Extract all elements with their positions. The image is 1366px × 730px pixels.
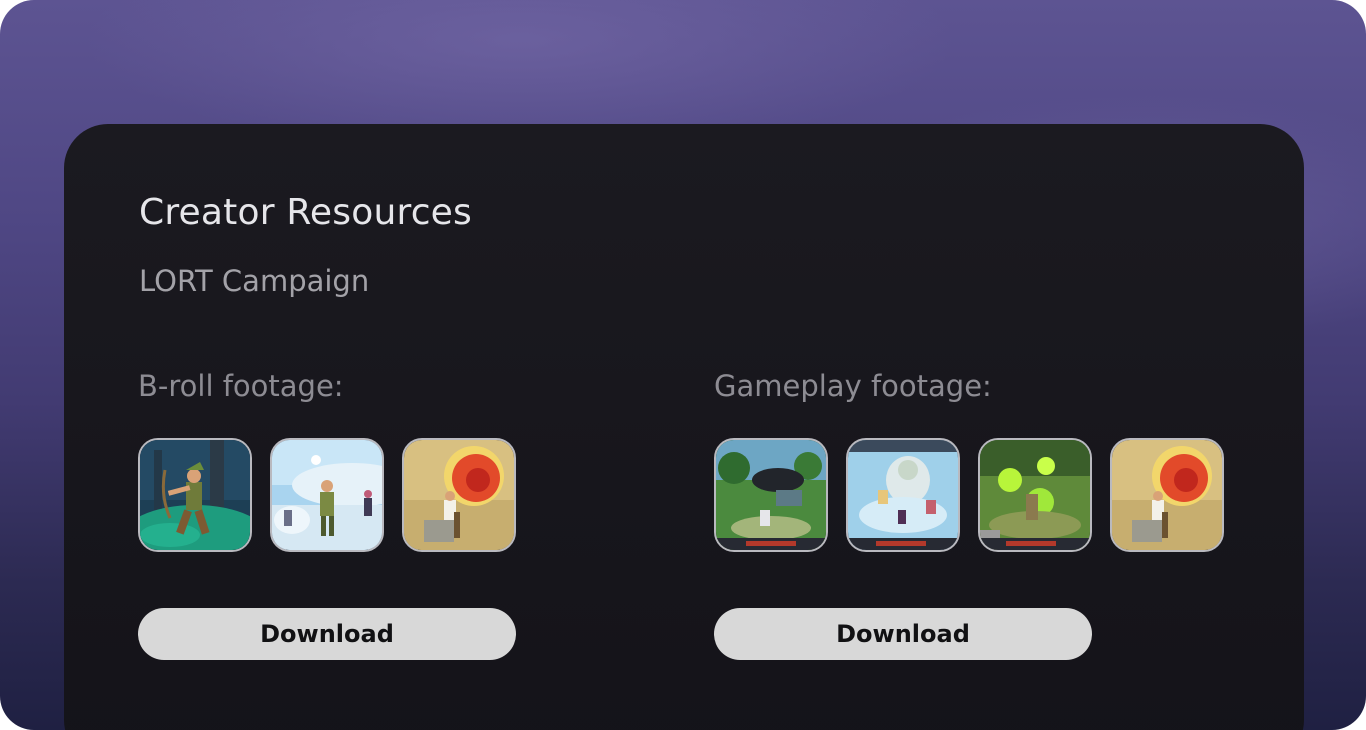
gameplay-section: Gameplay footage: Download (714, 368, 1224, 660)
gameplay-label: Gameplay footage: (714, 369, 992, 403)
broll-section: B-roll footage: Download (138, 368, 516, 660)
campaign-subtitle: LORT Campaign (139, 264, 370, 298)
gameplay-thumbnail-3[interactable] (978, 438, 1092, 552)
fire-explosion-image (1112, 440, 1222, 550)
page-background: Creator Resources LORT Campaign B-roll f… (0, 0, 1366, 730)
forest-dragon-image (716, 440, 826, 550)
creator-resources-panel: Creator Resources LORT Campaign B-roll f… (64, 124, 1304, 730)
gameplay-thumbnails (714, 438, 1224, 552)
broll-thumbnail-2[interactable] (270, 438, 384, 552)
broll-download-button[interactable]: Download (138, 608, 516, 660)
green-magic-image (980, 440, 1090, 550)
fire-explosion-image (404, 440, 514, 550)
broll-thumbnail-1[interactable] (138, 438, 252, 552)
broll-thumbnail-3[interactable] (402, 438, 516, 552)
gameplay-download-button[interactable]: Download (714, 608, 1092, 660)
archer-forest-image (140, 440, 250, 550)
snow-battle-image (272, 440, 382, 550)
gameplay-thumbnail-1[interactable] (714, 438, 828, 552)
gameplay-thumbnail-2[interactable] (846, 438, 960, 552)
broll-thumbnails (138, 438, 516, 552)
ice-boss-image (848, 440, 958, 550)
panel-title: Creator Resources (139, 192, 472, 233)
gameplay-thumbnail-4[interactable] (1110, 438, 1224, 552)
broll-label: B-roll footage: (138, 369, 344, 403)
